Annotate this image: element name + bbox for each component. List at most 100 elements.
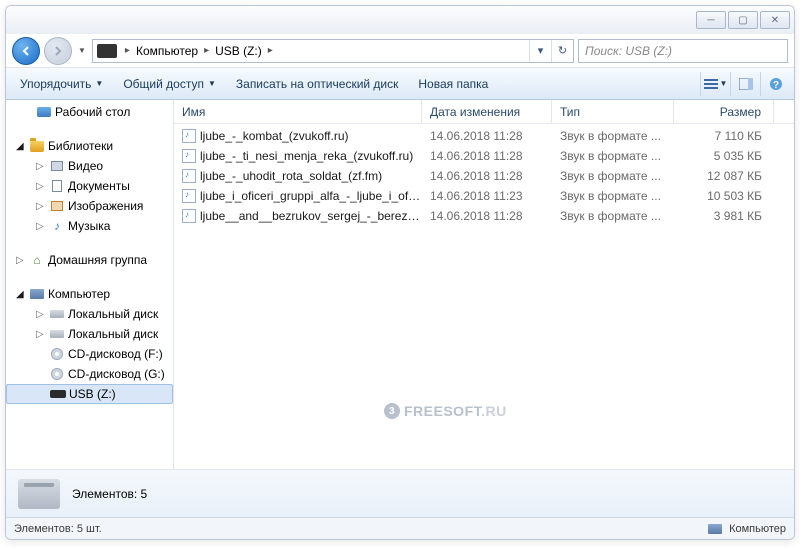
toolbar: Упорядочить▼ Общий доступ▼ Записать на о… [6, 68, 794, 100]
svg-text:?: ? [772, 80, 778, 91]
file-name: ljube_i_oficeri_gruppi_alfa_-_ljube_i_of… [200, 189, 422, 203]
column-header-name[interactable]: Имя [174, 100, 422, 123]
hdd-icon [50, 310, 64, 318]
expand-icon[interactable]: ▷ [36, 181, 46, 192]
address-dropdown[interactable]: ▾ [529, 40, 551, 62]
audio-file-icon [182, 129, 196, 143]
breadcrumb-segment[interactable]: Компьютер [134, 44, 200, 58]
burn-button[interactable]: Записать на оптический диск [226, 68, 409, 99]
search-input[interactable]: Поиск: USB (Z:) [578, 39, 788, 63]
sidebar-item-computer[interactable]: ◢ Компьютер [6, 284, 173, 304]
file-row[interactable]: ljube__and__bezrukov_sergej_-_berezi_(zv… [174, 206, 794, 226]
music-icon: ♪ [49, 219, 65, 233]
expand-icon[interactable]: ▷ [16, 255, 26, 266]
file-date: 14.06.2018 11:28 [422, 209, 552, 223]
column-header-date[interactable]: Дата изменения [422, 100, 552, 123]
file-size: 5 035 КБ [674, 149, 774, 163]
status-bar: Элементов: 5 шт. Компьютер [6, 517, 794, 539]
sidebar-item-video[interactable]: ▷ Видео [6, 156, 173, 176]
expand-icon[interactable]: ▷ [36, 309, 46, 320]
history-dropdown[interactable]: ▼ [76, 46, 88, 55]
expand-icon[interactable]: ◢ [16, 289, 26, 300]
minimize-button[interactable]: ─ [696, 11, 726, 29]
video-icon [51, 161, 63, 171]
sidebar-item-usb[interactable]: ▷ USB (Z:) [6, 384, 173, 404]
file-type: Звук в формате ... [552, 149, 674, 163]
file-list-pane: Имя Дата изменения Тип Размер ljube_-_ko… [174, 100, 794, 469]
file-name: ljube_-_kombat_(zvukoff.ru) [200, 129, 349, 143]
nav-bar: ▼ ▸ Компьютер ▸ USB (Z:) ▸ ▾ ↻ Поиск: US… [6, 34, 794, 68]
address-bar[interactable]: ▸ Компьютер ▸ USB (Z:) ▸ ▾ ↻ [92, 39, 574, 63]
file-date: 14.06.2018 11:28 [422, 129, 552, 143]
file-row[interactable]: ljube_-_uhodit_rota_soldat_(zf.fm) 14.06.… [174, 166, 794, 186]
refresh-button[interactable]: ↻ [551, 40, 573, 62]
sidebar-item-desktop[interactable]: Рабочий стол [6, 102, 173, 122]
file-size: 3 981 КБ [674, 209, 774, 223]
expand-icon[interactable]: ◢ [16, 141, 26, 152]
share-menu[interactable]: Общий доступ▼ [113, 68, 226, 99]
libraries-icon [30, 141, 44, 152]
sidebar-item-cd-drive[interactable]: ▷ CD-дисковод (G:) [6, 364, 173, 384]
file-type: Звук в формате ... [552, 209, 674, 223]
computer-icon [708, 524, 722, 534]
maximize-button[interactable]: ▢ [728, 11, 758, 29]
cd-icon [51, 368, 63, 380]
file-type: Звук в формате ... [552, 129, 674, 143]
column-headers: Имя Дата изменения Тип Размер [174, 100, 794, 124]
file-name: ljube_-_uhodit_rota_soldat_(zf.fm) [200, 169, 382, 183]
back-button[interactable] [12, 37, 40, 65]
expand-icon[interactable]: ▷ [36, 201, 46, 212]
file-row[interactable]: ljube_-_ti_nesi_menja_reka_(zvukoff.ru) 1… [174, 146, 794, 166]
navigation-pane: Рабочий стол ◢ Библиотеки ▷ Видео ▷ Доку… [6, 100, 174, 469]
usb-icon [50, 390, 66, 398]
view-options-button[interactable]: ▼ [700, 72, 730, 96]
file-name: ljube__and__bezrukov_sergej_-_berezi_(zv… [200, 209, 422, 223]
sidebar-item-pictures[interactable]: ▷ Изображения [6, 196, 173, 216]
details-pane: Элементов: 5 [6, 469, 794, 517]
file-row[interactable]: ljube_-_kombat_(zvukoff.ru) 14.06.2018 11… [174, 126, 794, 146]
organize-menu[interactable]: Упорядочить▼ [10, 68, 113, 99]
file-name: ljube_-_ti_nesi_menja_reka_(zvukoff.ru) [200, 149, 413, 163]
watermark: 3 FREESOFT.RU [384, 403, 507, 419]
sidebar-item-music[interactable]: ▷ ♪ Музыка [6, 216, 173, 236]
homegroup-icon: ⌂ [29, 253, 45, 267]
status-item-count: Элементов: 5 шт. [14, 523, 102, 535]
usb-drive-icon [97, 44, 117, 58]
expand-icon[interactable]: ▷ [36, 329, 46, 340]
breadcrumb-segment[interactable]: USB (Z:) [213, 44, 264, 58]
column-header-type[interactable]: Тип [552, 100, 674, 123]
expand-icon[interactable]: ▷ [36, 221, 46, 232]
column-header-size[interactable]: Размер [674, 100, 774, 123]
close-button[interactable]: ✕ [760, 11, 790, 29]
sidebar-item-local-disk[interactable]: ▷ Локальный диск [6, 304, 173, 324]
file-size: 10 503 КБ [674, 189, 774, 203]
file-date: 14.06.2018 11:28 [422, 169, 552, 183]
file-type: Звук в формате ... [552, 169, 674, 183]
sidebar-item-libraries[interactable]: ◢ Библиотеки [6, 136, 173, 156]
sidebar-item-homegroup[interactable]: ▷ ⌂ Домашняя группа [6, 250, 173, 270]
help-button[interactable]: ? [760, 72, 790, 96]
forward-button[interactable] [44, 37, 72, 65]
file-size: 12 087 КБ [674, 169, 774, 183]
sidebar-item-documents[interactable]: ▷ Документы [6, 176, 173, 196]
new-folder-button[interactable]: Новая папка [408, 68, 498, 99]
file-date: 14.06.2018 11:28 [422, 149, 552, 163]
hdd-icon [50, 330, 64, 338]
file-row[interactable]: ljube_i_oficeri_gruppi_alfa_-_ljube_i_of… [174, 186, 794, 206]
expand-icon[interactable]: ▷ [36, 161, 46, 172]
audio-file-icon [182, 209, 196, 223]
file-type: Звук в формате ... [552, 189, 674, 203]
sidebar-item-local-disk[interactable]: ▷ Локальный диск [6, 324, 173, 344]
titlebar: ─ ▢ ✕ [6, 6, 794, 34]
desktop-icon [37, 107, 51, 117]
chevron-right-icon: ▸ [121, 45, 134, 56]
preview-pane-button[interactable] [730, 72, 760, 96]
status-location: Компьютер [729, 523, 786, 535]
computer-icon [30, 289, 44, 299]
sidebar-item-cd-drive[interactable]: ▷ CD-дисковод (F:) [6, 344, 173, 364]
document-icon [52, 180, 62, 192]
search-placeholder: Поиск: USB (Z:) [585, 44, 672, 58]
explorer-window: ─ ▢ ✕ ▼ ▸ Компьютер ▸ USB (Z:) ▸ ▾ ↻ Пои… [5, 5, 795, 540]
audio-file-icon [182, 169, 196, 183]
audio-file-icon [182, 189, 196, 203]
